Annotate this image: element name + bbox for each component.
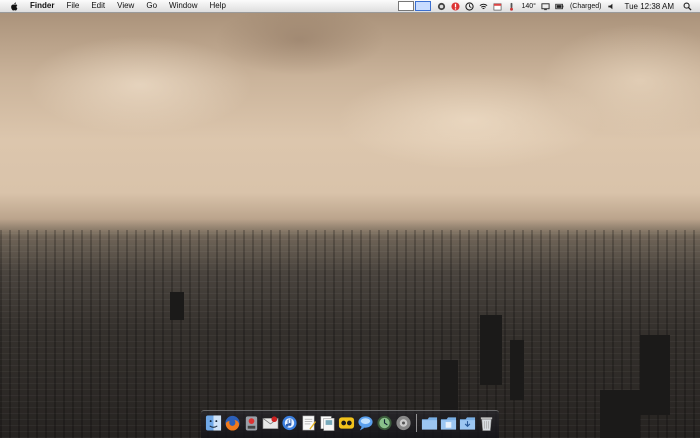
preview-icon[interactable] (319, 413, 336, 433)
menu-bar: Finder File Edit View Go Window Help 140… (0, 0, 700, 13)
time-machine-icon[interactable] (464, 1, 474, 11)
menu-help[interactable]: Help (203, 0, 231, 12)
menu-view[interactable]: View (111, 0, 140, 12)
transmission-icon[interactable] (243, 413, 260, 433)
time-machine-icon[interactable] (376, 413, 393, 433)
textedit-icon[interactable] (300, 413, 317, 433)
display-icon[interactable] (541, 1, 551, 11)
temperature-readout[interactable]: 140° (521, 3, 535, 10)
spaces-active-icon[interactable] (415, 1, 432, 11)
growl-icon[interactable] (436, 1, 446, 11)
building (510, 340, 524, 400)
mail-icon[interactable] (262, 413, 279, 433)
apple-icon[interactable] (9, 2, 18, 11)
building (640, 335, 670, 415)
warning-icon[interactable] (450, 1, 460, 11)
city-skyline (0, 230, 700, 438)
battery-icon[interactable] (555, 1, 565, 11)
applications-folder-icon[interactable] (421, 413, 438, 433)
desktop-wallpaper (0, 0, 700, 438)
dock (201, 410, 499, 438)
system-preferences-icon[interactable] (395, 413, 412, 433)
temperature-icon[interactable] (506, 1, 516, 11)
status-menus: 140° (Charged) Tue 12:38 AM (398, 0, 700, 12)
menu-window[interactable]: Window (163, 0, 203, 12)
menu-app-finder[interactable]: Finder (24, 0, 60, 12)
spotlight-search-icon[interactable] (682, 1, 692, 11)
battery-status[interactable]: (Charged) (570, 3, 602, 10)
menu-edit[interactable]: Edit (85, 0, 111, 12)
volume-icon[interactable] (606, 1, 616, 11)
finder-icon[interactable] (205, 413, 222, 433)
menubar-clock[interactable]: Tue 12:38 AM (624, 2, 674, 11)
wifi-icon[interactable] (478, 1, 488, 11)
documents-folder-icon[interactable] (440, 413, 457, 433)
building (600, 390, 640, 438)
menu-go[interactable]: Go (140, 0, 163, 12)
calendar-icon[interactable] (492, 1, 502, 11)
adium-icon[interactable] (338, 413, 355, 433)
trash-icon[interactable] (478, 413, 495, 433)
itunes-icon[interactable] (281, 413, 298, 433)
menu-file[interactable]: File (60, 0, 85, 12)
spaces-icon[interactable] (398, 1, 415, 11)
building (480, 315, 502, 385)
downloads-folder-icon[interactable] (459, 413, 476, 433)
ichat-icon[interactable] (357, 413, 374, 433)
dock-divider (416, 414, 417, 432)
building (170, 292, 184, 320)
firefox-icon[interactable] (224, 413, 241, 433)
